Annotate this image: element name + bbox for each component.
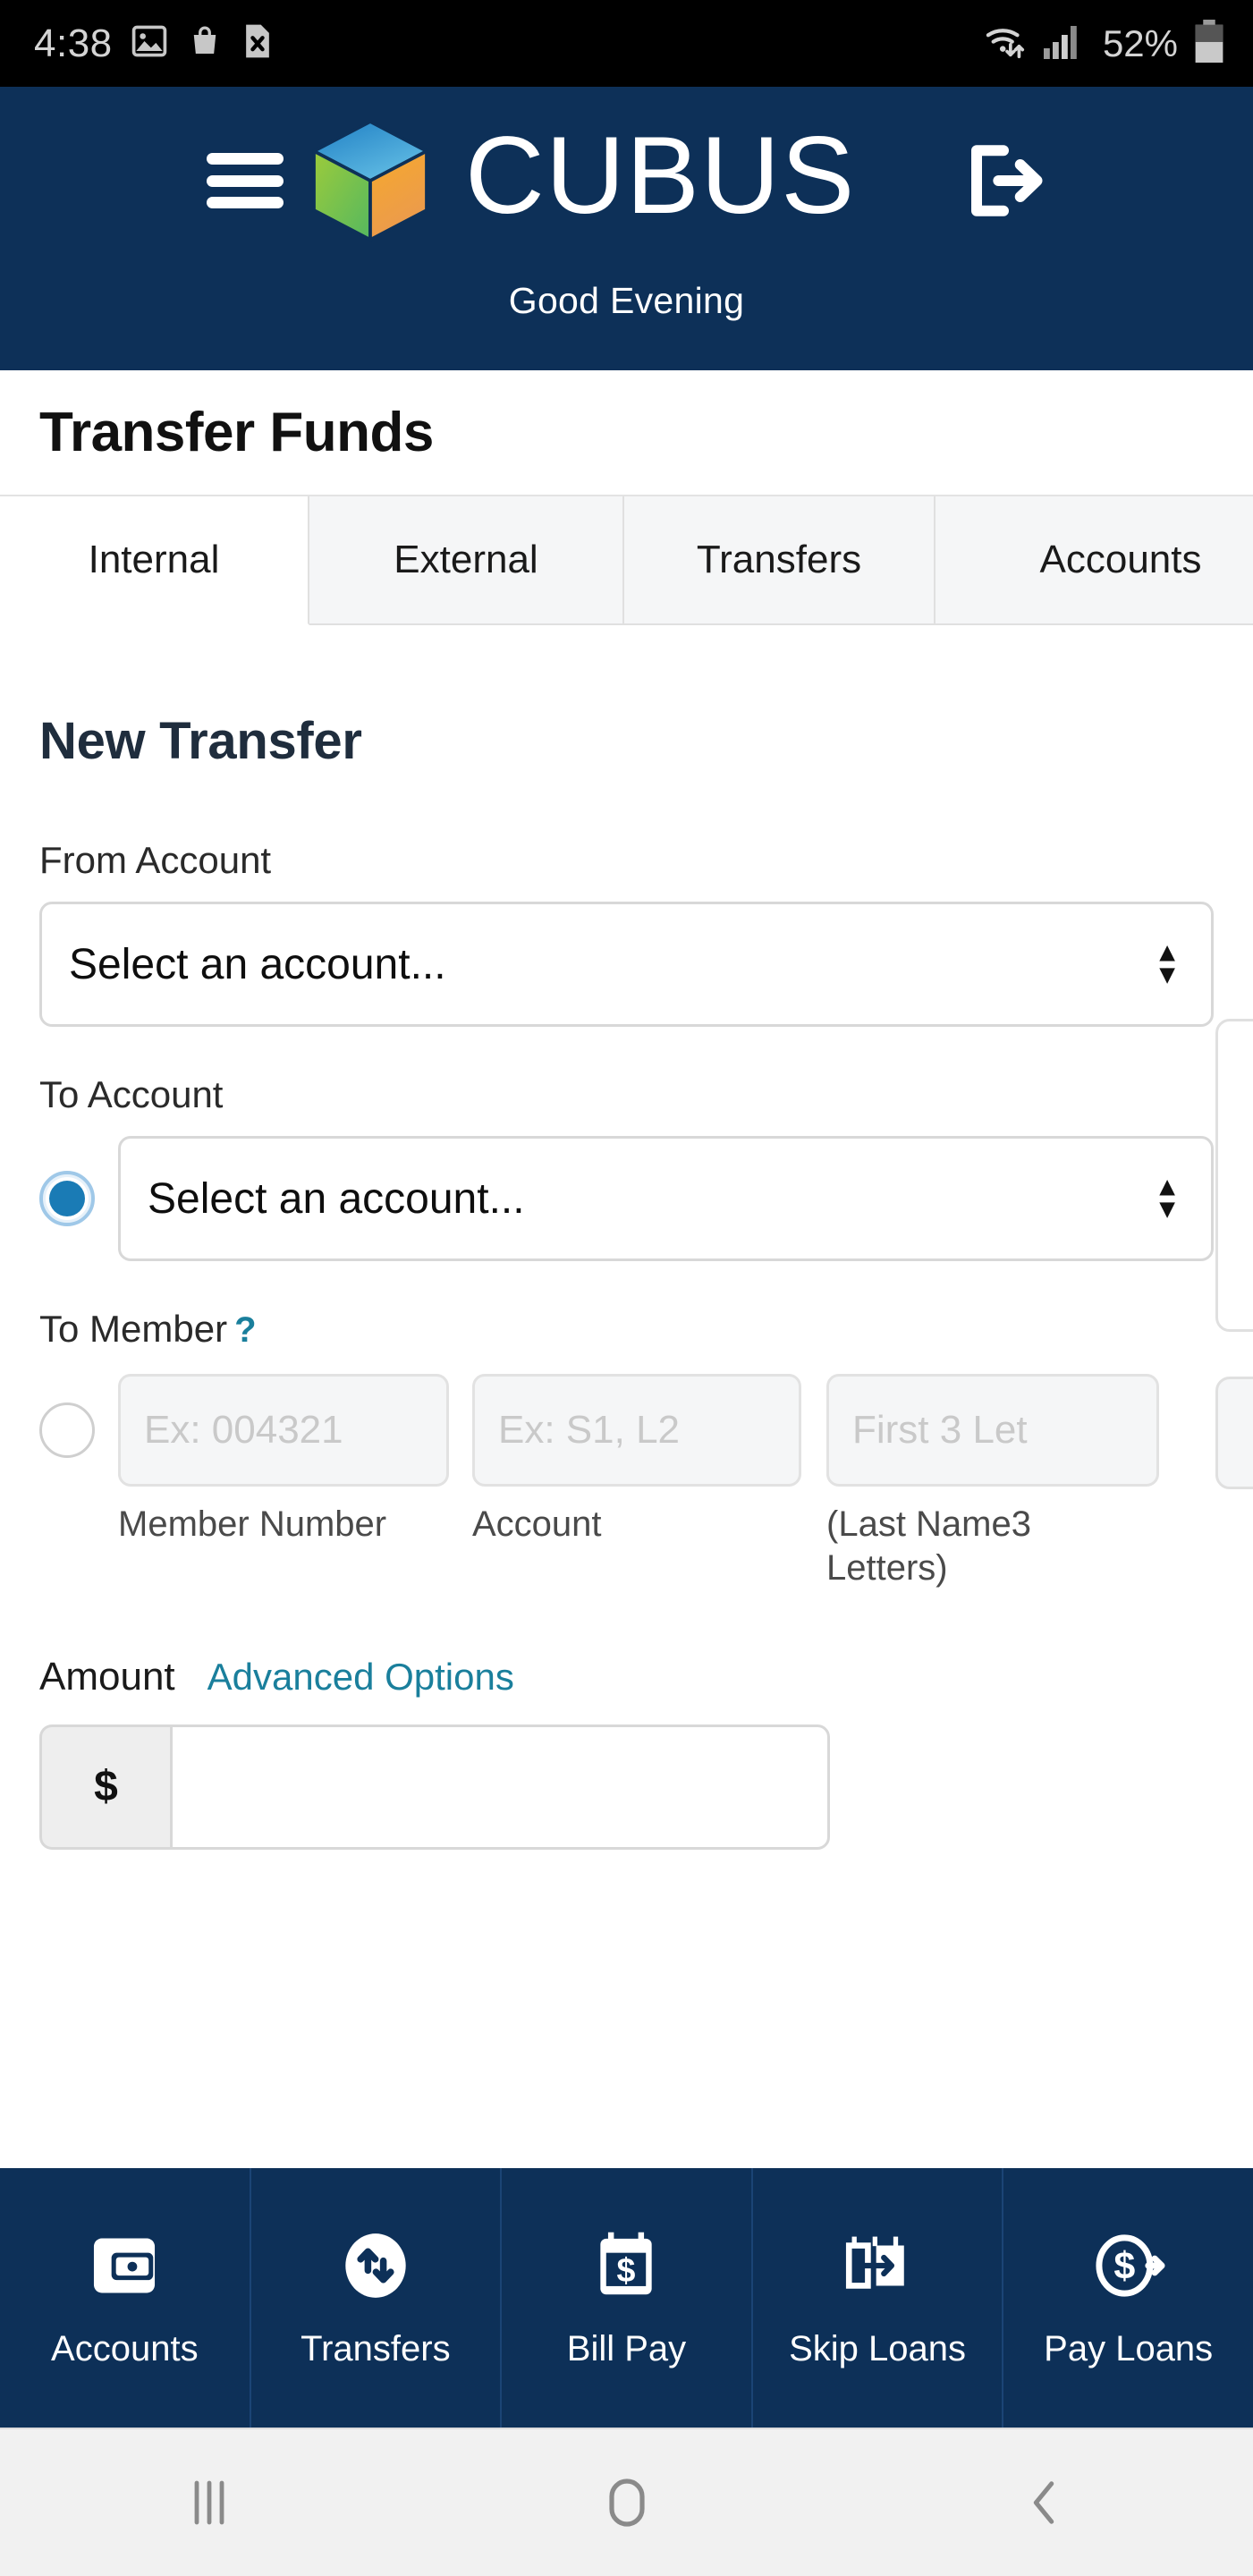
page-title-bar: Transfer Funds	[0, 370, 1253, 495]
tab-transfers[interactable]: Transfers	[624, 496, 936, 625]
nav-label-skip-loans: Skip Loans	[789, 2328, 967, 2368]
member-lastname-input[interactable]: First 3 Let	[826, 1374, 1159, 1487]
hamburger-menu-icon[interactable]	[206, 153, 284, 208]
member-fields-group: Ex: 004321 Member Number Ex: S1, L2 Acco…	[118, 1374, 1159, 1590]
calendar-arrow-icon	[839, 2227, 916, 2304]
member-number-col: Ex: 004321 Member Number	[118, 1374, 449, 1590]
page-title: Transfer Funds	[39, 402, 434, 463]
from-account-label: From Account	[39, 839, 272, 881]
cubus-cube-logo-icon	[303, 114, 437, 248]
member-account-sublabel: Account	[472, 1504, 602, 1544]
svg-text:CUBUS: CUBUS	[465, 123, 856, 237]
to-account-radio[interactable]	[39, 1171, 95, 1226]
to-member-row: Ex: 004321 Member Number Ex: S1, L2 Acco…	[39, 1374, 1214, 1590]
section-title-new-transfer: New Transfer	[39, 712, 362, 770]
transfer-form: New Transfer From Account Select an acco…	[0, 625, 1253, 2168]
battery-percent: 52%	[1102, 21, 1178, 64]
tab-bar: Internal External Transfers Accounts	[0, 495, 1253, 625]
nav-item-skip-loans[interactable]: Skip Loans	[753, 2168, 1004, 2428]
to-member-label-text: To Member	[39, 1308, 228, 1350]
amount-label: Amount	[39, 1654, 175, 1699]
app-header-row: CUBUS	[0, 114, 1253, 248]
from-account-value: Select an account...	[69, 940, 446, 988]
cellular-signal-icon	[1042, 21, 1085, 65]
nav-item-accounts[interactable]: Accounts	[0, 2168, 251, 2428]
transfer-arrows-icon	[337, 2227, 414, 2304]
back-icon[interactable]	[835, 2475, 1253, 2530]
logout-icon[interactable]	[960, 140, 1047, 221]
tab-accounts[interactable]: Accounts	[936, 496, 1253, 625]
member-lastname-sublabel: (Last Name3 Letters)	[826, 1504, 1031, 1588]
question-mark-help-icon[interactable]: ?	[234, 1310, 256, 1350]
android-navigation-bar	[0, 2428, 1253, 2576]
recents-icon[interactable]	[0, 2475, 418, 2530]
wallet-icon	[86, 2227, 163, 2304]
member-number-sublabel: Member Number	[118, 1504, 387, 1544]
nav-item-transfers[interactable]: Transfers	[251, 2168, 503, 2428]
select-updown-arrows-icon: ▲ ▼	[1154, 937, 1181, 989]
to-account-row: Select an account... ▲ ▼	[39, 1136, 1214, 1261]
status-bar-right: 52%	[983, 19, 1226, 68]
member-lastname-col: First 3 Let (Last Name3 Letters)	[826, 1374, 1159, 1590]
member-account-col: Ex: S1, L2 Account	[472, 1374, 803, 1590]
currency-prefix: $	[39, 1724, 170, 1850]
status-bar-left: 4:38	[34, 21, 275, 66]
status-bar: 4:38 52%	[0, 0, 1253, 87]
to-member-label: To Member?	[39, 1308, 1214, 1351]
shopping-bag-icon	[186, 21, 224, 65]
member-account-input[interactable]: Ex: S1, L2	[472, 1374, 801, 1487]
brand-wordmark: CUBUS	[457, 114, 931, 238]
tab-internal[interactable]: Internal	[0, 496, 309, 625]
offscreen-input-edge	[1215, 1377, 1253, 1489]
wifi-icon	[983, 21, 1031, 66]
nav-label-pay-loans: Pay Loans	[1044, 2328, 1214, 2368]
svg-text:$: $	[617, 2250, 636, 2288]
amount-input-group: $	[39, 1724, 830, 1850]
to-account-select[interactable]: Select an account... ▲ ▼	[118, 1136, 1214, 1261]
member-number-input[interactable]: Ex: 004321	[118, 1374, 449, 1487]
offscreen-select-edge	[1215, 1019, 1253, 1332]
nav-label-transfers: Transfers	[301, 2328, 451, 2368]
bottom-nav-bar: Accounts Transfers $ Bill Pay Skip Loans…	[0, 2168, 1253, 2428]
battery-icon	[1192, 19, 1226, 68]
to-account-label: To Account	[39, 1073, 224, 1115]
app-header: CUBUS Good Evening	[0, 87, 1253, 370]
nav-item-pay-loans[interactable]: $ Pay Loans	[1003, 2168, 1253, 2428]
select-updown-arrows-icon: ▲ ▼	[1154, 1172, 1181, 1224]
nav-label-bill-pay: Bill Pay	[566, 2328, 687, 2368]
advanced-options-link[interactable]: Advanced Options	[207, 1656, 514, 1699]
amount-header: Amount Advanced Options	[39, 1655, 1214, 1699]
nav-label-accounts: Accounts	[51, 2328, 199, 2368]
status-time: 4:38	[34, 21, 113, 65]
to-account-value: Select an account...	[148, 1174, 525, 1223]
from-account-select[interactable]: Select an account... ▲ ▼	[39, 902, 1214, 1027]
amount-input[interactable]	[170, 1724, 830, 1850]
image-icon	[130, 21, 169, 65]
greeting-text: Good Evening	[508, 280, 745, 321]
app-screen: 4:38 52% CUBUS Good Evening Transfer Fun…	[0, 0, 1253, 2576]
calendar-dollar-icon: $	[588, 2227, 665, 2304]
tab-external[interactable]: External	[309, 496, 624, 625]
to-member-radio[interactable]	[39, 1402, 95, 1458]
svg-text:$: $	[1113, 2244, 1135, 2287]
file-x-icon	[241, 21, 275, 65]
nav-item-bill-pay[interactable]: $ Bill Pay	[502, 2168, 753, 2428]
dollar-circle-arrow-icon: $	[1090, 2227, 1167, 2304]
home-icon[interactable]	[418, 2475, 835, 2530]
